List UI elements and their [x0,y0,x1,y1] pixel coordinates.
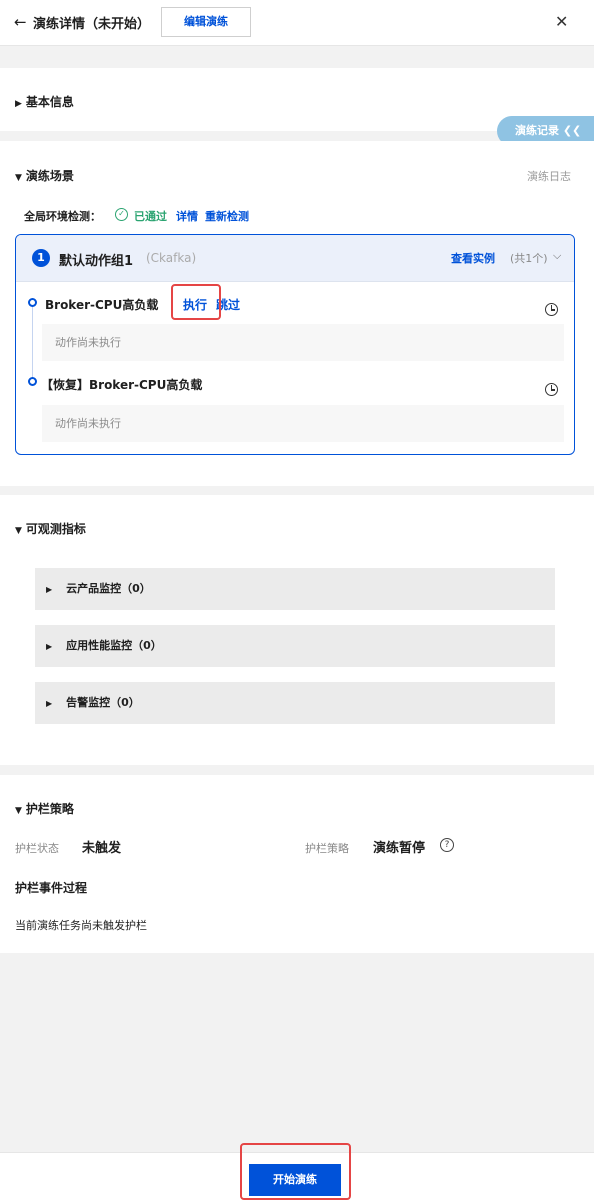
caret-down-icon: ▼ [15,806,22,816]
action-group-card: 1 默认动作组1 (Ckafka) 查看实例 (共1个) ⌵ Broker-CP… [15,234,575,455]
drill-log-link[interactable]: 演练日志 [527,168,571,184]
caret-down-icon: ▼ [15,173,22,183]
guard-policy-key: 护栏策略 [305,842,349,855]
action-status: 动作尚未执行 [42,405,564,442]
guard-status-key: 护栏状态 [15,842,59,855]
guard-events-empty: 当前演练任务尚未触发护栏 [15,919,147,932]
caret-down-icon: ▼ [15,526,22,536]
edit-drill-button[interactable]: 编辑演练 [161,7,251,37]
caret-right-icon: ▶ [46,642,53,651]
metric-row-apm[interactable]: ▶ 应用性能监控（0） [35,625,555,667]
metric-row-label: 应用性能监控（0） [66,639,162,652]
metric-row-cloud[interactable]: ▶ 云产品监控（0） [35,568,555,610]
metrics-section: ▼ 可观测指标 ▶ 云产品监控（0） ▶ 应用性能监控（0） ▶ 告警监控（0） [0,495,594,765]
instance-count: (共1个) [510,252,548,265]
metric-row-label: 告警监控（0） [66,696,140,709]
metrics-toggle[interactable]: ▼ 可观测指标 [15,520,86,537]
action-status: 动作尚未执行 [42,324,564,361]
arrow-left-icon[interactable]: ← [14,13,27,31]
clock-icon [545,303,558,316]
caret-right-icon: ▶ [46,585,53,594]
guard-events-title: 护栏事件过程 [15,881,88,895]
chevron-down-icon[interactable]: ⌵ [553,249,561,263]
metric-row-label: 云产品监控（0） [66,582,151,595]
guard-section: ▼ 护栏策略 护栏状态 未触发 护栏策略 演练暂停 ? 护栏事件过程 当前演练任务… [0,775,594,953]
drawer-header: ← 演练详情（未开始） 编辑演练 ✕ [0,0,594,46]
clock-icon [545,383,558,396]
action-name: Broker-CPU高负载 [45,298,159,312]
execute-highlight-box [171,284,221,320]
guard-status-value: 未触发 [82,841,122,856]
close-icon[interactable]: ✕ [555,12,568,31]
caret-right-icon: ▶ [46,699,53,708]
env-check-detail-link[interactable]: 详情 [176,208,198,224]
action-name: 【恢复】Broker-CPU高负载 [41,378,203,392]
group-name: 默认动作组1 [59,254,134,269]
start-highlight-box [240,1143,351,1200]
guard-policy-value: 演练暂停 [373,841,426,856]
metric-row-alarm[interactable]: ▶ 告警监控（0） [35,682,555,724]
basic-info-title: 基本信息 [25,95,74,109]
env-check-label: 全局环境检测： [24,210,101,223]
group-subtitle: (Ckafka) [146,251,197,265]
timeline-line [32,304,33,384]
env-recheck-link[interactable]: 重新检测 [205,208,249,224]
group-index-badge: 1 [32,249,50,267]
scene-section: ▼ 演练场景 演练日志 全局环境检测： ✓ 已通过 详情 重新检测 1 默认动作组… [0,141,594,486]
guard-toggle[interactable]: ▼ 护栏策略 [15,800,74,817]
env-check-status: 已通过 [134,210,167,223]
help-icon[interactable]: ? [440,838,454,852]
scene-title: 演练场景 [25,169,74,183]
view-instances-link[interactable]: 查看实例 [451,250,495,266]
timeline-dot [28,377,37,386]
page-title: 演练详情（未开始） [33,17,151,32]
metrics-title: 可观测指标 [25,522,86,536]
timeline-dot [28,298,37,307]
guard-title: 护栏策略 [25,802,74,816]
check-circle-icon: ✓ [115,208,128,221]
basic-info-toggle[interactable]: ▶ 基本信息 [15,93,74,110]
caret-right-icon: ▶ [15,99,22,109]
action-group-header: 1 默认动作组1 (Ckafka) 查看实例 (共1个) ⌵ [16,235,574,282]
scene-toggle[interactable]: ▼ 演练场景 [15,167,74,184]
